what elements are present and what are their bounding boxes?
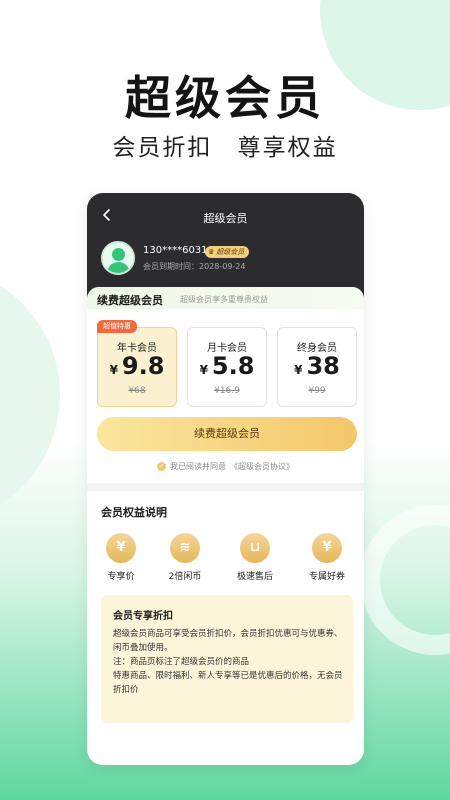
plan-original-price: ¥68: [128, 386, 146, 396]
plan-price-value: 38: [306, 352, 340, 380]
benefit-label: 专享价: [107, 572, 135, 582]
expire-date: 会员到期时间：2028-09-24: [143, 262, 246, 271]
nav-title: 超级会员: [203, 212, 248, 225]
plan-original-price: ¥16.9: [214, 386, 240, 396]
decor-circle: [0, 265, 60, 525]
benefit-detail-text: 超级会员商品可享受会员折扣价，会员折扣优惠可与优惠券、闲币叠加使用。 注：商品页…: [113, 627, 345, 697]
plan-annual[interactable]: 年卡会员 ¥9.8 ¥68: [97, 327, 177, 407]
basket-icon: ⊔: [240, 533, 270, 563]
plan-monthly[interactable]: 月卡会员 ¥5.8 ¥16.9: [187, 327, 267, 407]
avatar[interactable]: [101, 241, 135, 275]
renew-subtitle: 超级会员享多重尊贵权益: [180, 295, 268, 304]
benefit-detail-title: 会员专享折扣: [113, 611, 173, 622]
plan-price-value: 5.8: [211, 352, 255, 380]
benefits-title: 会员权益说明: [101, 506, 167, 519]
avatar-head-shape: [112, 248, 125, 261]
plan-price: ¥5.8: [188, 352, 266, 380]
plan-lifetime[interactable]: 终身会员 ¥38 ¥99: [277, 327, 357, 407]
agreement-row: ✓ 我已阅读并同意 《超级会员协议》: [87, 461, 364, 472]
plan-original-price: ¥99: [308, 386, 326, 396]
benefit-exclusive-coupon[interactable]: ¥ 专属好券: [297, 533, 357, 582]
plan-price-value: 9.8: [121, 352, 165, 380]
plan-price: ¥9.8: [98, 352, 176, 380]
benefit-label: 专属好券: [308, 572, 345, 582]
detail-line: 超级会员商品可享受会员折扣价，会员折扣优惠可与优惠券、闲币叠加使用。: [113, 629, 343, 653]
currency-symbol: ¥: [294, 363, 303, 377]
plan-price: ¥38: [278, 352, 356, 380]
benefit-label: 极速售后: [236, 572, 273, 582]
renew-card: 续费超级会员 超级会员享多重尊贵权益 超值特惠 年卡会员 ¥9.8 ¥68 月卡…: [87, 287, 364, 483]
coupon-bag-icon: ¥: [312, 533, 342, 563]
renew-title: 续费超级会员: [97, 294, 163, 307]
renew-button[interactable]: 续费超级会员: [97, 417, 357, 451]
phone-mockup: 超级会员 130****6031 ♛ 超级会员 会员到期时间：2028-09-2…: [87, 193, 364, 765]
subline-discount: 会员折扣: [112, 135, 213, 161]
decor-ring: [360, 505, 450, 655]
detail-line: 注：商品页标注了超级会员价的商品: [113, 657, 250, 667]
avatar-body-shape: [107, 262, 130, 273]
benefit-double-coins[interactable]: ≋ 2倍闲币: [155, 533, 215, 582]
benefit-detail-box: 会员专享折扣 超级会员商品可享受会员折扣价，会员折扣优惠可与优惠券、闲币叠加使用…: [101, 595, 353, 723]
benefits-section: 会员权益说明 ¥ 专享价 ≋ 2倍闲币 ⊔ 极速售后 ¥ 专属好券 会员专享折扣…: [87, 491, 364, 765]
promo-subline: 会员折扣 尊享权益: [0, 128, 450, 162]
agreement-link[interactable]: 《超级会员协议》: [230, 461, 294, 472]
vip-badge: ♛ 超级会员: [205, 246, 250, 258]
currency-symbol: ¥: [109, 363, 118, 377]
benefit-fast-aftersale[interactable]: ⊔ 极速售后: [225, 533, 285, 582]
renew-card-header: 续费超级会员 超级会员享多重尊贵权益: [87, 287, 364, 309]
benefit-exclusive-price[interactable]: ¥ 专享价: [91, 533, 151, 582]
special-offer-tag: 超值特惠: [97, 320, 137, 333]
subline-benefits: 尊享权益: [237, 135, 338, 161]
yen-icon: ¥: [106, 533, 136, 563]
agreement-text: 我已阅读并同意: [170, 462, 226, 471]
check-icon[interactable]: ✓: [157, 462, 166, 471]
vip-badge-label: 超级会员: [216, 248, 245, 256]
coins-icon: ≋: [170, 533, 200, 563]
benefit-label: 2倍闲币: [168, 572, 202, 582]
currency-symbol: ¥: [199, 363, 208, 377]
detail-line: 特惠商品、限时福利、新人专享等已是优惠后的价格，无会员折扣价: [113, 671, 343, 695]
crown-icon: ♛: [208, 248, 215, 256]
promo-headline: 超级会员: [125, 71, 325, 125]
user-phone-number: 130****6031: [143, 245, 208, 256]
